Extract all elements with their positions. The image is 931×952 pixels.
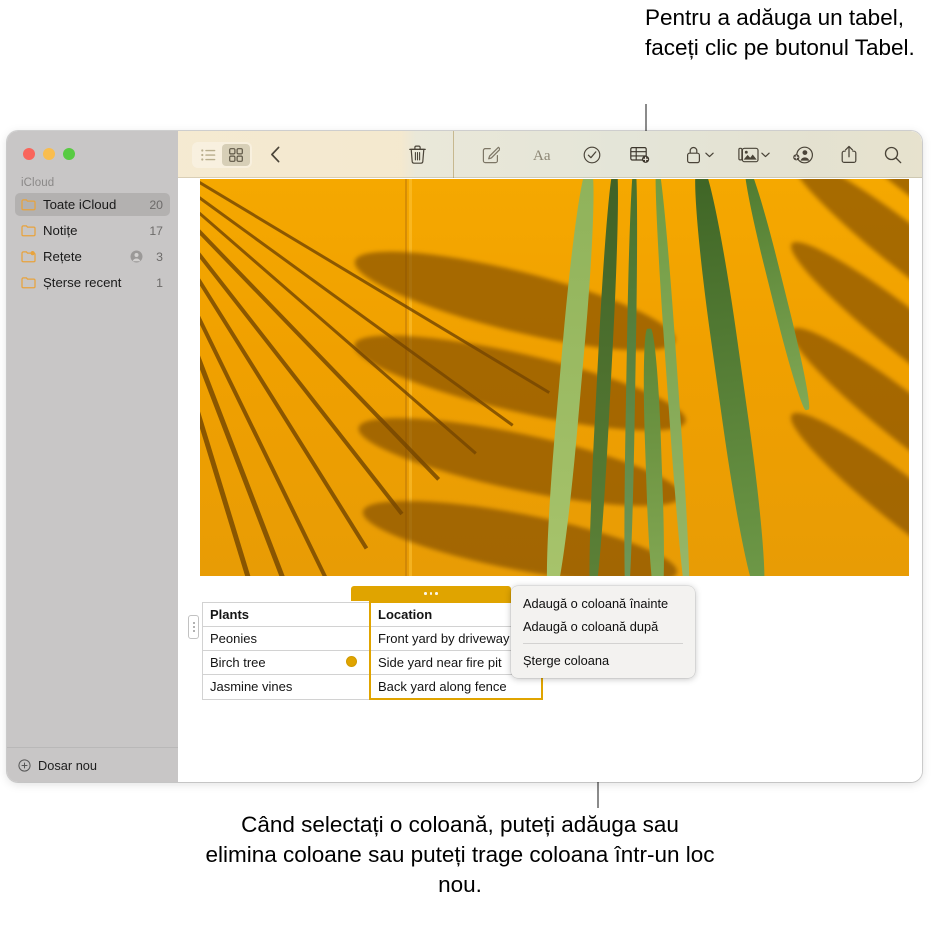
menu-item-add-column-after[interactable]: Adaugă o coloană după: [511, 615, 695, 638]
zoom-button[interactable]: [63, 148, 75, 160]
sidebar-item-count: 20: [149, 197, 163, 212]
menu-item-add-column-before[interactable]: Adaugă o coloană înainte: [511, 592, 695, 615]
table-row: Jasmine vines Back yard along fence: [202, 674, 543, 700]
column-context-menu: Adaugă o coloană înainte Adaugă o coloan…: [511, 586, 695, 678]
sidebar-item-toate-icloud[interactable]: Toate iCloud 20: [15, 193, 170, 216]
table-header-cell[interactable]: Plants: [202, 601, 371, 627]
window-controls: [7, 131, 178, 160]
plus-circle-icon: [18, 758, 31, 772]
folder-icon: [21, 198, 36, 211]
table-header-row: Plants Location: [202, 601, 543, 627]
sidebar-item-label: Toate iCloud: [43, 197, 117, 212]
menu-separator: [523, 643, 683, 644]
table-row: Peonies Front yard by driveway: [202, 626, 543, 651]
close-button[interactable]: [23, 148, 35, 160]
media-chevron-down-icon[interactable]: [761, 152, 770, 158]
sidebar-item-sterse-recent[interactable]: Șterse recent 1: [15, 271, 170, 294]
share-button[interactable]: [832, 138, 866, 172]
callout-text-bottom: Când selectați o coloană, puteți adăuga …: [205, 812, 715, 897]
sidebar-section-title: iCloud: [21, 177, 55, 189]
sidebar-folder-list: Toate iCloud 20 Notițe 17 Rețete 3 Șters…: [7, 193, 178, 297]
toolbar: Aa: [178, 131, 922, 178]
callout-text-top: Pentru a adăuga un tabel, faceți clic pe…: [645, 5, 915, 60]
lock-chevron-down-icon[interactable]: [705, 152, 714, 158]
search-button[interactable]: [876, 138, 910, 172]
sidebar-item-count: 3: [156, 249, 163, 264]
shared-person-icon: [130, 250, 143, 263]
minimize-button[interactable]: [43, 148, 55, 160]
sidebar-item-count: 1: [156, 275, 163, 290]
menu-item-delete-column[interactable]: Șterge coloana: [511, 649, 695, 672]
note-content-area: Aa Plants Location Peonies Front yard by…: [178, 131, 922, 782]
add-person-button[interactable]: [786, 138, 820, 172]
format-text-button[interactable]: Aa: [527, 138, 561, 172]
svg-text:Aa: Aa: [533, 148, 551, 163]
table-cell[interactable]: Back yard along fence: [369, 674, 543, 700]
view-mode-segmented-control[interactable]: [192, 141, 252, 168]
sidebar-item-retete[interactable]: Rețete 3: [15, 245, 170, 268]
row-drag-handle[interactable]: [188, 615, 199, 639]
folder-shared-icon: [21, 250, 36, 263]
sidebar-item-count: 17: [149, 223, 163, 238]
note-table[interactable]: Plants Location Peonies Front yard by dr…: [202, 601, 543, 700]
table-cell[interactable]: Jasmine vines: [202, 674, 371, 700]
sidebar-item-label: Rețete: [43, 249, 82, 264]
sidebar-item-label: Notițe: [43, 223, 78, 238]
delete-note-button[interactable]: [400, 138, 434, 172]
new-folder-label: Dosar nou: [38, 757, 98, 773]
notes-window: iCloud Toate iCloud 20 Notițe 17 Rețete …: [7, 131, 922, 782]
note-photo[interactable]: [200, 179, 909, 576]
table-cell[interactable]: Peonies: [202, 626, 371, 651]
sidebar: iCloud Toate iCloud 20 Notițe 17 Rețete …: [7, 131, 178, 782]
table-row: Birch tree Side yard near fire pit: [202, 650, 543, 675]
note-table-container: Plants Location Peonies Front yard by dr…: [188, 601, 543, 700]
back-button[interactable]: [258, 138, 292, 172]
sidebar-item-notite[interactable]: Notițe 17: [15, 219, 170, 242]
compose-note-button[interactable]: [474, 138, 508, 172]
folder-icon: [21, 276, 36, 289]
sidebar-item-label: Șterse recent: [43, 275, 122, 290]
column-resize-dot[interactable]: [346, 656, 357, 667]
add-table-button[interactable]: [623, 138, 657, 172]
grid-view-icon[interactable]: [222, 143, 250, 166]
checklist-button[interactable]: [575, 138, 609, 172]
new-folder-button[interactable]: Dosar nou: [7, 747, 178, 782]
list-view-icon[interactable]: [194, 144, 222, 166]
column-selection-handle[interactable]: [351, 586, 511, 601]
folder-icon: [21, 224, 36, 237]
table-cell[interactable]: Birch tree: [202, 650, 371, 675]
